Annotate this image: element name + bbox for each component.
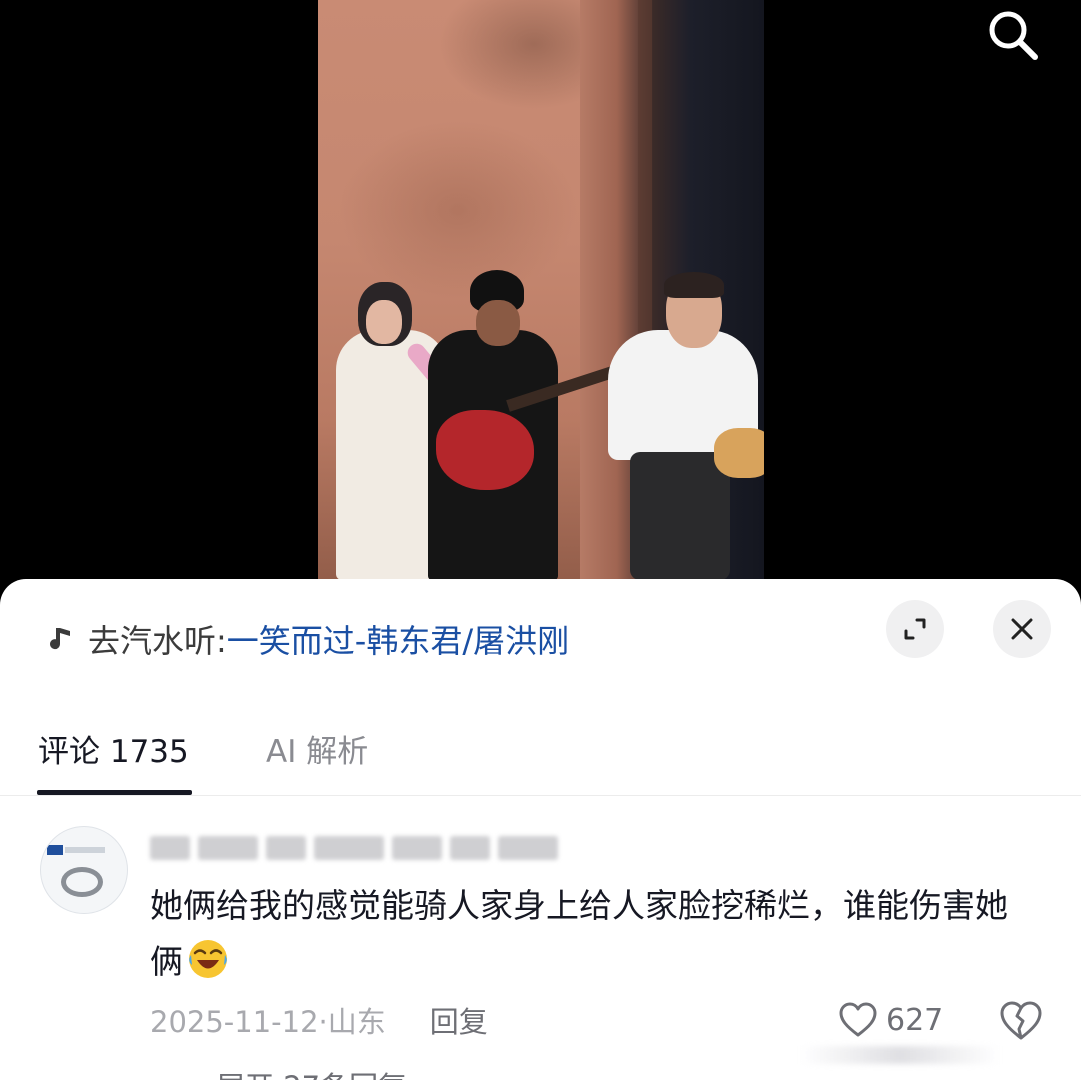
- avatar-bearing-graphic: [61, 867, 103, 897]
- avatar-logo-text: [65, 847, 105, 853]
- stage-backdrop: [438, 0, 598, 110]
- electric-guitar: [436, 410, 534, 490]
- expand-icon: [904, 618, 926, 640]
- search-icon: [989, 11, 1038, 60]
- music-song-link[interactable]: 一笑而过-韩东君/屠洪刚: [227, 616, 569, 662]
- music-link[interactable]: 去汽水听: 一笑而过-韩东君/屠洪刚: [46, 615, 569, 663]
- performer-right-hair: [664, 272, 724, 298]
- stage-shadow: [338, 120, 578, 300]
- broken-heart-icon: [1000, 1001, 1042, 1040]
- blur-block: [498, 836, 558, 860]
- blur-block: [198, 836, 258, 860]
- background-guitar: [714, 428, 764, 478]
- video-player[interactable]: [0, 0, 1081, 600]
- close-button[interactable]: [993, 600, 1051, 658]
- heart-icon: [839, 1002, 877, 1037]
- expand-replies-link[interactable]: 展开 27条回复: [216, 1064, 407, 1080]
- laughing-crying-emoji: [189, 940, 227, 978]
- music-prefix: 去汽水听:: [88, 622, 227, 660]
- tab-ai-analysis[interactable]: AI 解析: [266, 726, 368, 771]
- like-button[interactable]: 627: [838, 996, 943, 1044]
- blur-block: [392, 836, 442, 860]
- scroll-blur: [800, 1046, 1000, 1064]
- avatar-logo-mark: [47, 845, 63, 855]
- search-button[interactable]: [983, 5, 1043, 65]
- comment-tabs: 评论 1735 AI 解析: [0, 720, 1081, 796]
- comment-body: 她俩给我的感觉能骑人家身上给人家脸挖稀烂，谁能伤害她俩: [150, 878, 1030, 990]
- blur-block: [450, 836, 490, 860]
- comment-meta: 2025-11-12·山东 回复: [150, 1000, 488, 1040]
- close-icon: [1011, 618, 1033, 640]
- active-tab-indicator: [37, 790, 192, 795]
- blur-block: [266, 836, 306, 860]
- dislike-button[interactable]: [998, 998, 1044, 1044]
- blur-block: [150, 836, 190, 860]
- video-frame[interactable]: [318, 0, 764, 600]
- blur-block: [314, 836, 384, 860]
- avatar[interactable]: [40, 826, 128, 914]
- expand-button[interactable]: [886, 600, 944, 658]
- comment-text: 她俩给我的感觉能骑人家身上给人家脸挖稀烂，谁能伤害她俩: [150, 886, 1008, 981]
- performer-left-face: [366, 300, 402, 344]
- performer-right-skirt: [630, 452, 730, 580]
- like-count: 627: [886, 1002, 944, 1038]
- guitarist-face: [476, 300, 520, 346]
- comment-time-location: 2025-11-12·山东: [150, 1005, 386, 1039]
- tab-comments[interactable]: 评论 1735: [38, 726, 189, 771]
- reply-button[interactable]: 回复: [430, 999, 488, 1041]
- music-note-icon: [50, 628, 70, 650]
- username-blurred[interactable]: [150, 828, 560, 868]
